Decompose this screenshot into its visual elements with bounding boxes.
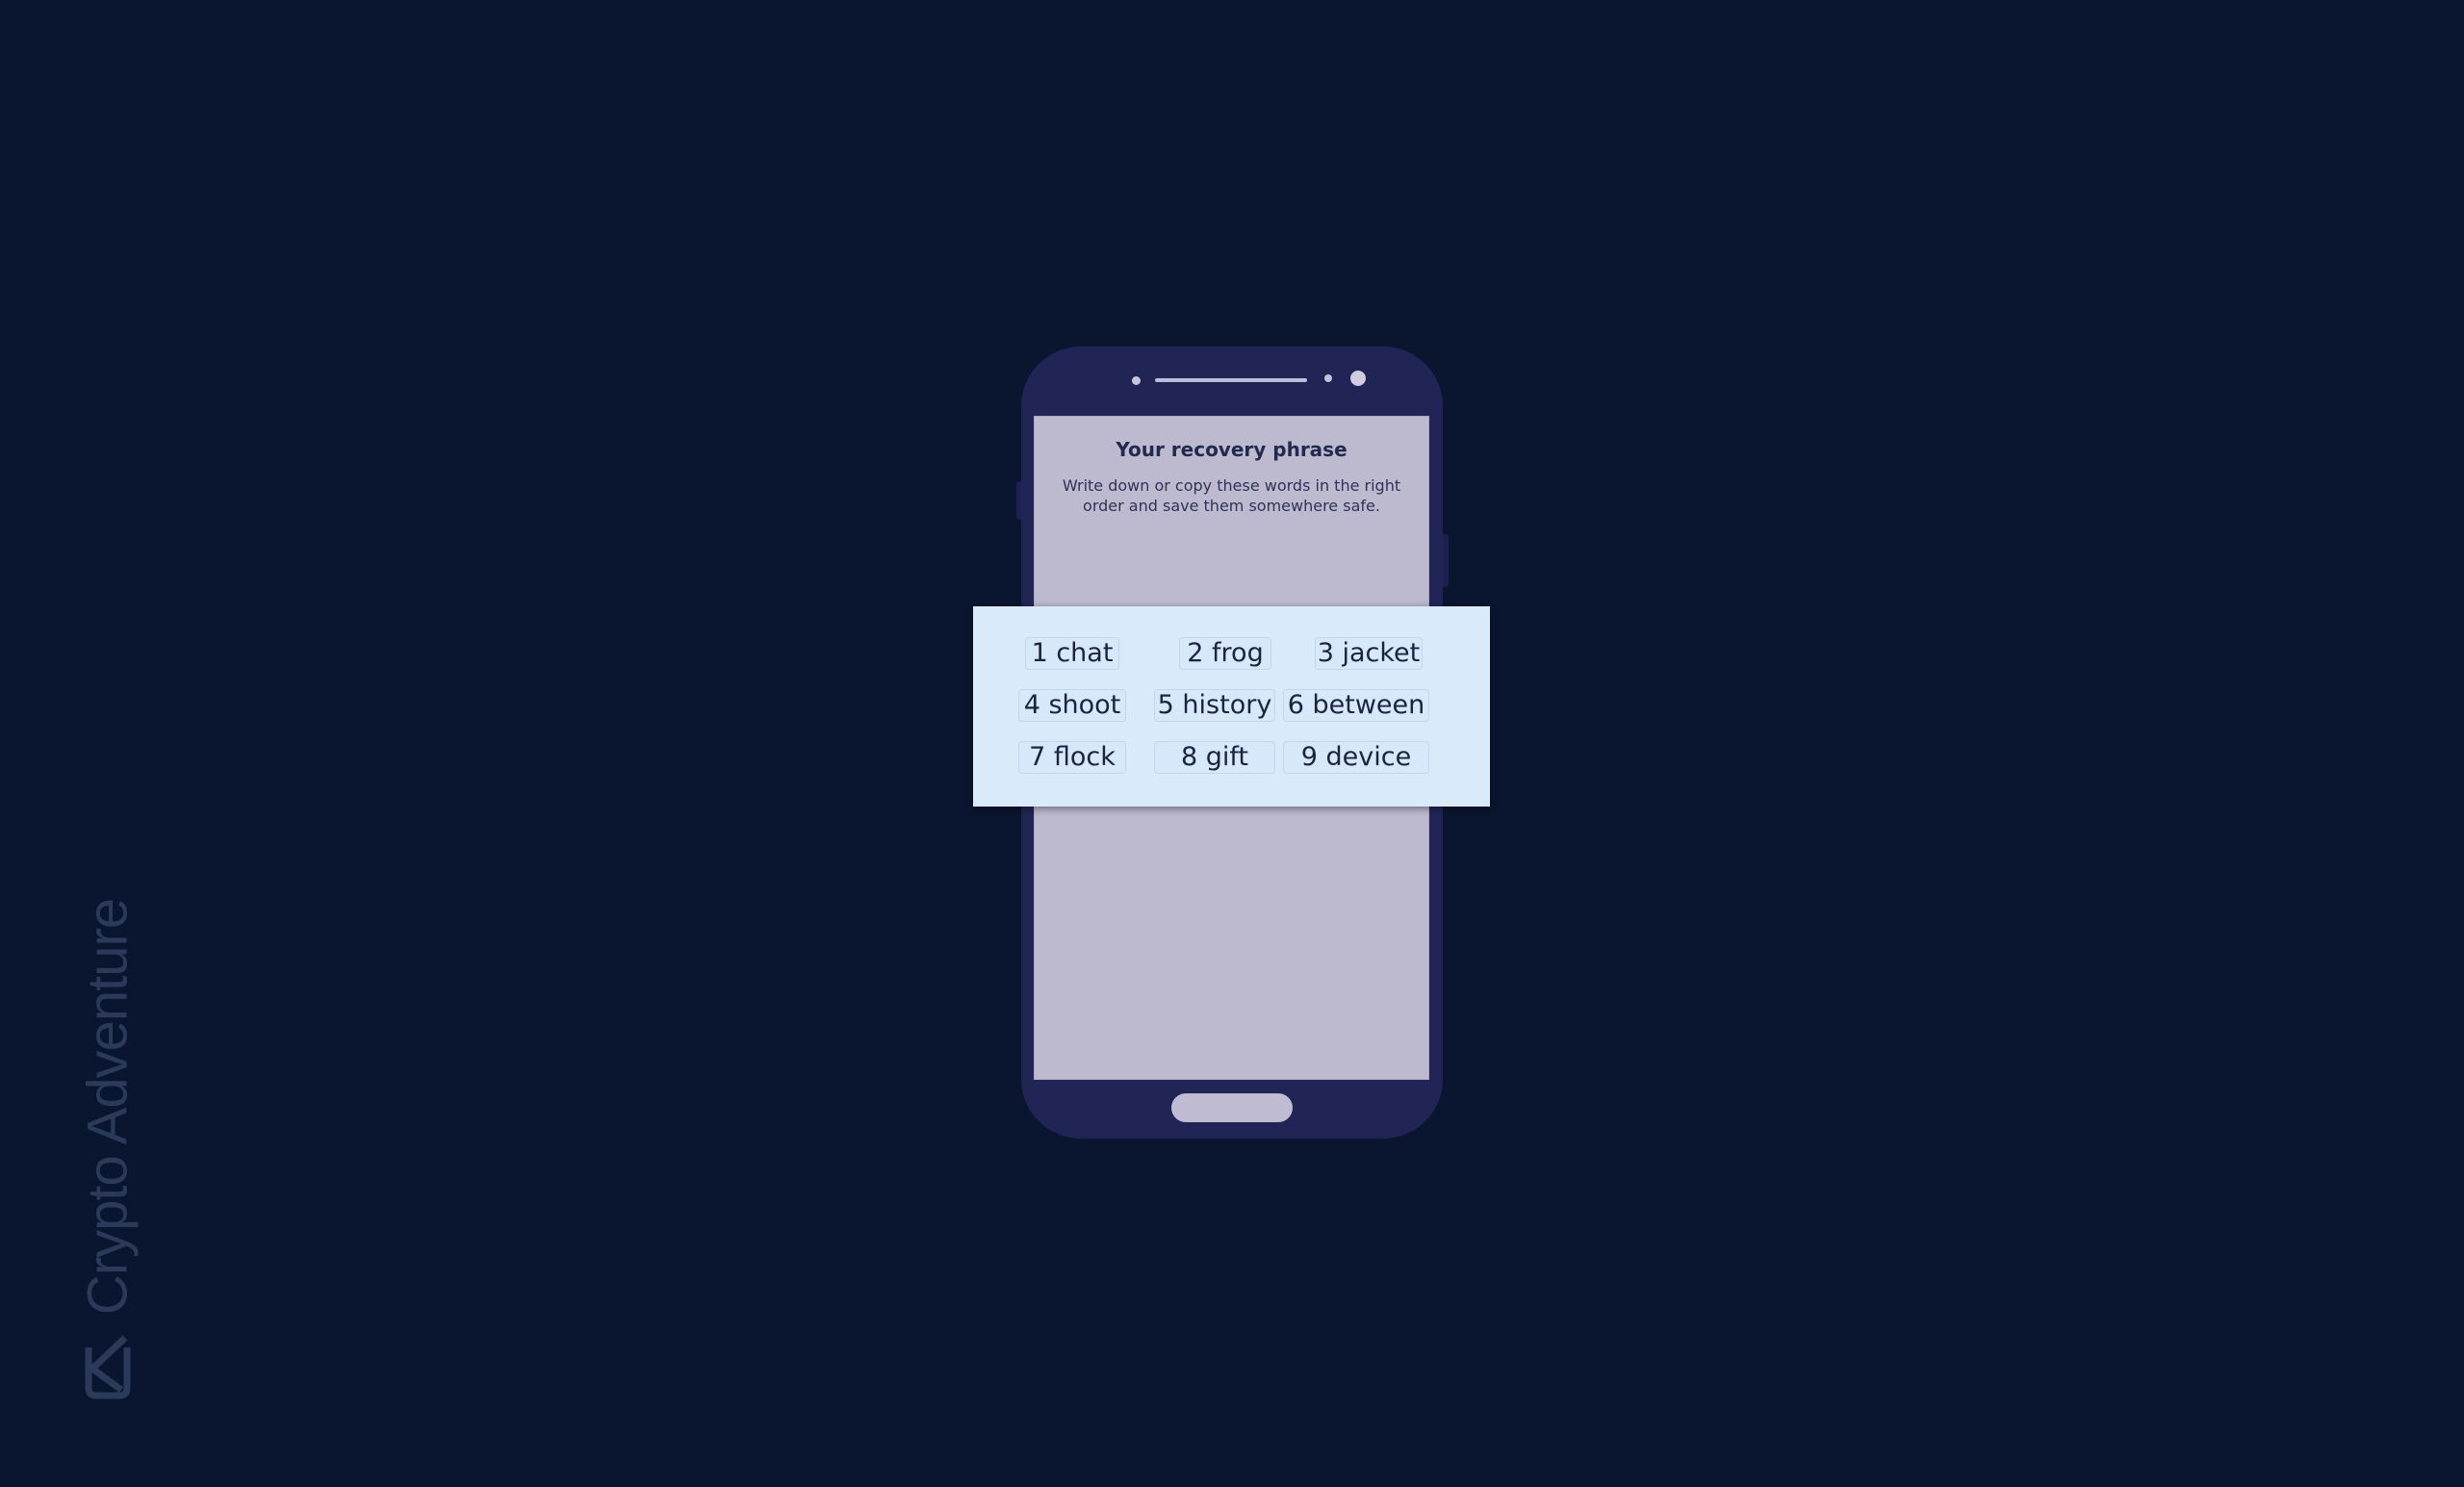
phone-speaker xyxy=(1155,378,1307,382)
phrase-word-chip: 5 history xyxy=(1154,689,1275,722)
phrase-word-chip: 3 jacket xyxy=(1315,637,1423,670)
watermark-text: Crypto Adventure xyxy=(76,898,140,1316)
phone-side-button-right xyxy=(1442,534,1449,587)
phone-sensor-dot xyxy=(1132,376,1141,385)
crypto-adventure-logo-icon xyxy=(85,1335,131,1399)
home-button[interactable] xyxy=(1171,1093,1293,1122)
screen-title: Your recovery phrase xyxy=(1116,438,1348,461)
screen-subtitle: Write down or copy these words in the ri… xyxy=(1049,475,1414,516)
phone-proximity-dot xyxy=(1324,374,1332,382)
phrase-word-chip: 6 between xyxy=(1283,689,1429,722)
phrase-word-chip: 8 gift xyxy=(1154,741,1275,774)
screen-subtitle-line1: Write down or copy these words in the ri… xyxy=(1062,476,1401,495)
screen-subtitle-line2: order and save them somewhere safe. xyxy=(1083,497,1380,515)
phrase-word-chip: 1 chat xyxy=(1025,637,1119,670)
recovery-phrase-card: 1 chat 2 frog 3 jacket 4 shoot 5 history… xyxy=(973,606,1490,807)
phrase-word-chip: 2 frog xyxy=(1179,637,1271,670)
phrase-word-chip: 9 device xyxy=(1283,741,1429,774)
phone-camera xyxy=(1350,371,1366,386)
phrase-word-chip: 7 flock xyxy=(1018,741,1126,774)
phrase-word-chip: 4 shoot xyxy=(1018,689,1126,722)
